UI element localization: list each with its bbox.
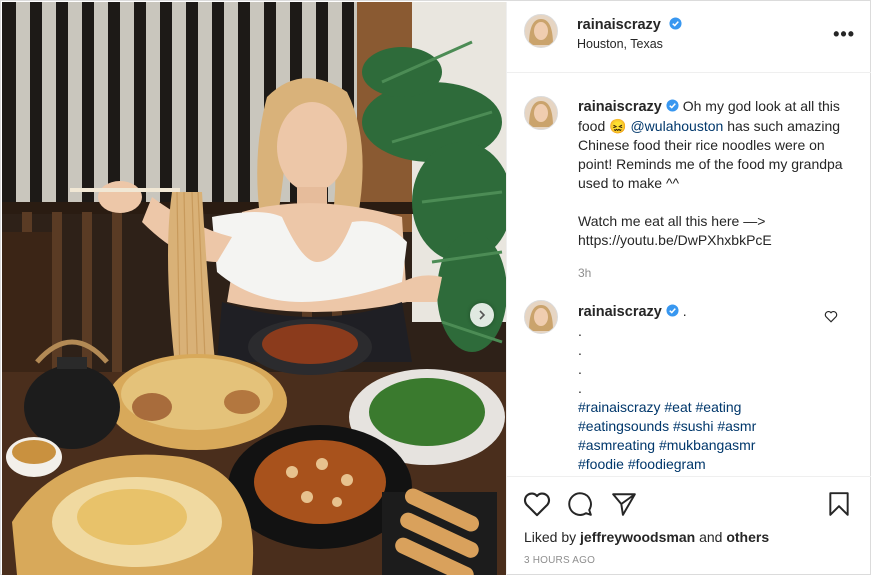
comment-icon[interactable]: [567, 491, 593, 517]
liked-by-prefix: Liked by: [524, 529, 577, 545]
dot-line: .: [578, 380, 582, 396]
hashtag-line: #asmreating #mukbangasmr: [578, 436, 818, 455]
caption-text: rainaiscrazy Oh my god look at all this …: [578, 97, 848, 283]
caption-time[interactable]: 3h: [578, 264, 848, 283]
hashtag-link[interactable]: #eat: [664, 399, 691, 415]
post-actions: Liked by jeffreywoodsman and others 3 HO…: [507, 476, 871, 576]
post-side-panel: rainaiscrazy Houston, Texas ••• rainaisc…: [506, 2, 871, 575]
confounded-emoji: 😖: [609, 118, 627, 134]
hashtag-line: #foodie #foodiegram: [578, 455, 818, 474]
comment-like-heart-icon[interactable]: [824, 310, 838, 323]
youtube-link[interactable]: https://youtu.be/DwPXhxbkPcE: [578, 231, 848, 250]
caption-body-3: Watch me eat all this here —>: [578, 213, 766, 229]
hashtag-line: #eatingsounds #sushi #asmr: [578, 417, 818, 436]
caption-username[interactable]: rainaiscrazy: [578, 99, 662, 115]
hashtag-link[interactable]: #mukbangasmr: [659, 437, 756, 453]
heart-icon[interactable]: [523, 491, 551, 517]
avatar[interactable]: [524, 14, 558, 48]
post-photo[interactable]: [2, 2, 506, 575]
post-header: rainaiscrazy Houston, Texas •••: [507, 2, 871, 73]
verified-icon: [669, 17, 682, 30]
hashtag-link[interactable]: #foodie: [578, 456, 624, 472]
avatar-image: [525, 301, 557, 333]
carousel-next-button[interactable]: [470, 303, 494, 327]
more-options-icon[interactable]: •••: [833, 24, 855, 45]
avatar-image: [525, 97, 557, 129]
hashtag-link[interactable]: #rainaiscrazy: [578, 399, 660, 415]
hashtag-link[interactable]: #asmr: [717, 418, 756, 434]
comment-trail: .: [682, 303, 687, 319]
mention-link[interactable]: @wulahouston: [630, 118, 723, 134]
post-card: rainaiscrazy Houston, Texas ••• rainaisc…: [0, 0, 871, 575]
verified-icon: [666, 304, 679, 317]
hashtag-link[interactable]: #eating: [696, 399, 742, 415]
avatar-image: [525, 15, 557, 47]
hashtag-link[interactable]: #eatingsounds: [578, 418, 669, 434]
hashtag-link[interactable]: #sushi: [673, 418, 713, 434]
comments-area: rainaiscrazy Oh my god look at all this …: [507, 72, 871, 476]
bookmark-icon[interactable]: [827, 491, 851, 517]
dot-line: .: [578, 342, 582, 358]
liked-by-others[interactable]: others: [726, 529, 769, 545]
dot-line: .: [578, 361, 582, 377]
liked-by: Liked by jeffreywoodsman and others: [524, 529, 769, 545]
verified-icon: [666, 99, 679, 112]
hashtag-link[interactable]: #asmreating: [578, 437, 655, 453]
comment-avatar[interactable]: [524, 300, 558, 334]
food-photo-illustration: [2, 2, 506, 575]
liked-by-and: and: [699, 529, 723, 545]
hashtag-link[interactable]: #foodiegram: [628, 456, 706, 472]
carousel-next-icon: [479, 310, 486, 320]
hashtag-comment: rainaiscrazy . . . . . #rainaiscrazy #ea…: [578, 302, 818, 474]
dot-line: .: [578, 323, 582, 339]
hashtag-line: #rainaiscrazy #eat #eating: [578, 398, 818, 417]
caption-avatar[interactable]: [524, 96, 558, 130]
post-location[interactable]: Houston, Texas: [577, 37, 663, 51]
author-username[interactable]: rainaiscrazy: [577, 17, 661, 33]
post-timestamp[interactable]: 3 HOURS AGO: [524, 555, 595, 566]
comment-username[interactable]: rainaiscrazy: [578, 304, 662, 320]
post-author: rainaiscrazy: [577, 16, 682, 34]
liked-by-user[interactable]: jeffreywoodsman: [580, 529, 695, 545]
share-icon[interactable]: [611, 491, 637, 517]
